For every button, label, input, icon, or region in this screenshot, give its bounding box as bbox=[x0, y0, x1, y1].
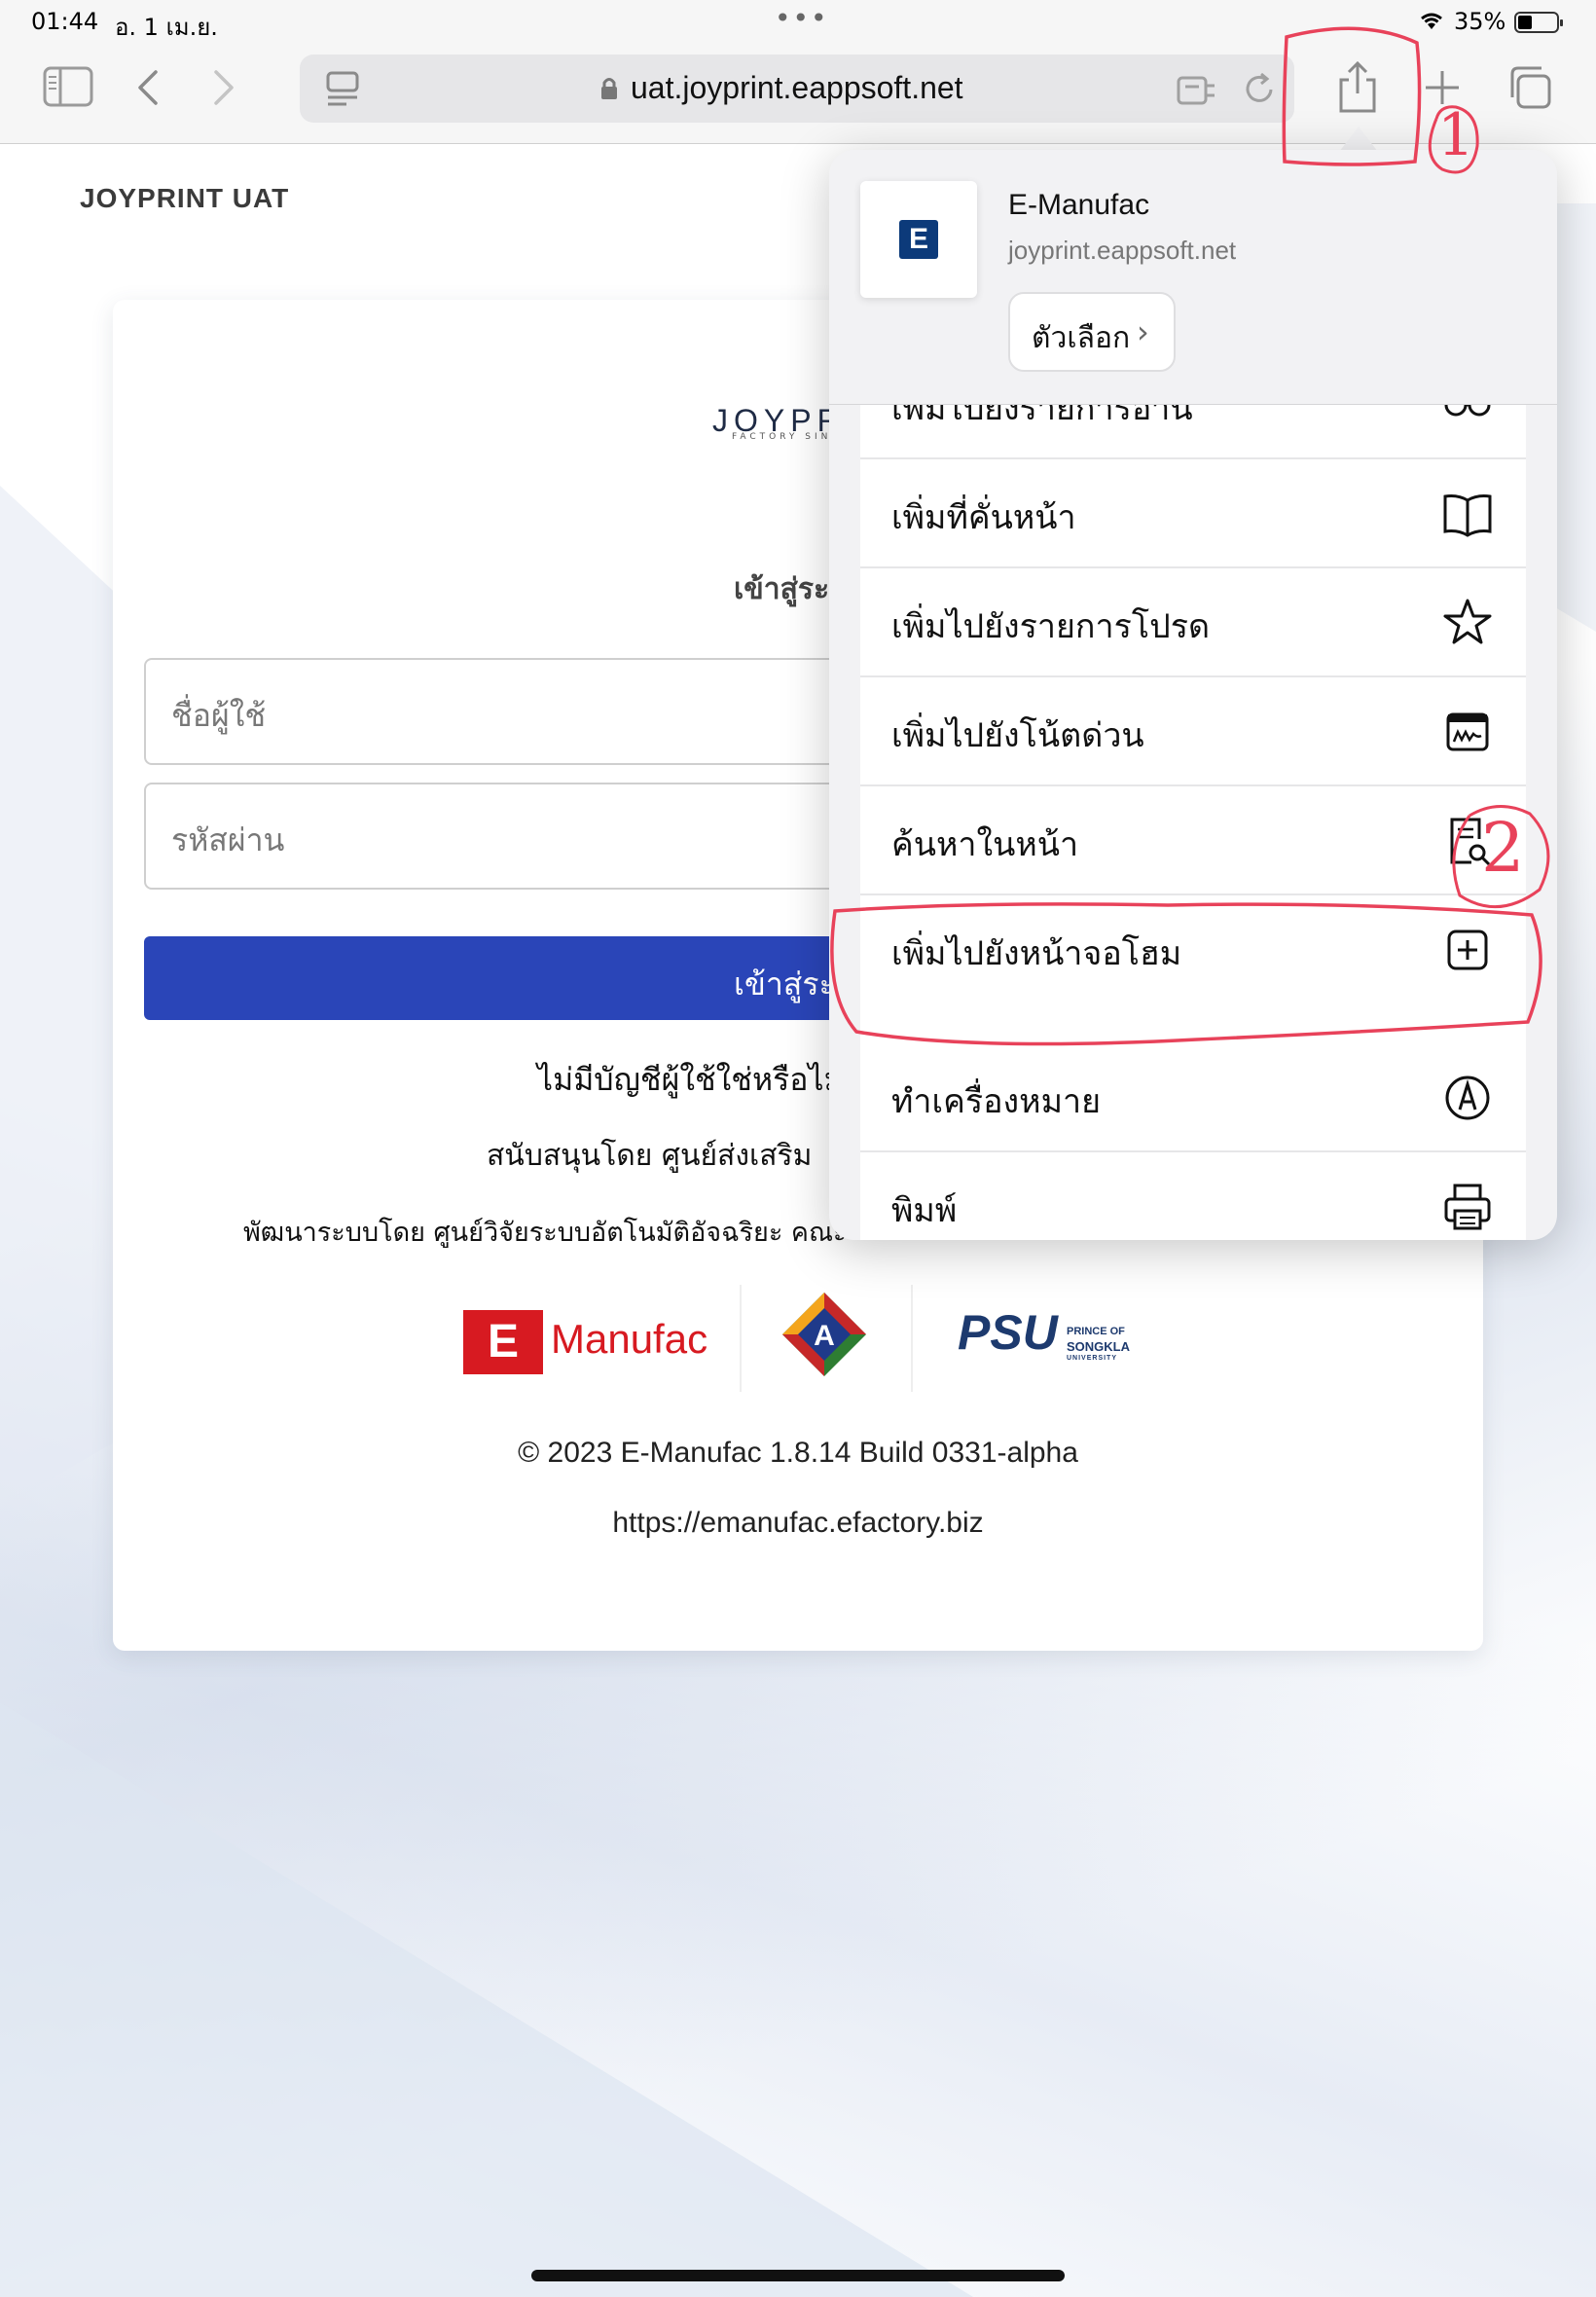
lock-icon bbox=[601, 78, 617, 99]
status-date: อ. 1 เม.ย. bbox=[115, 14, 218, 41]
glasses-icon bbox=[1444, 405, 1491, 417]
multitasking-dots-icon[interactable]: ••• bbox=[775, 2, 829, 34]
menu-item-add-home-screen[interactable]: เพิ่มไปยังหน้าจอโฮม bbox=[860, 895, 1526, 1004]
site-url-link[interactable]: https://emanufac.efactory.biz bbox=[0, 1507, 1596, 1540]
menu-item-add-favorites[interactable]: เพิ่มไปยังรายการโปรด bbox=[860, 568, 1526, 677]
battery-icon bbox=[1514, 12, 1563, 33]
menu-item-print[interactable]: พิมพ์ bbox=[860, 1152, 1526, 1240]
forward-chevron-icon[interactable] bbox=[212, 68, 236, 107]
status-bar: 01:44 อ. 1 เม.ย. ••• 35% bbox=[0, 0, 1596, 47]
developed-by-text: พัฒนาระบบโดย ศูนย์วิจัยระบบอัตโนมัติอัจฉ… bbox=[243, 1218, 848, 1248]
quick-note-icon bbox=[1446, 712, 1489, 751]
logo-divider bbox=[911, 1285, 913, 1392]
options-label: ตัวเลือก bbox=[1032, 321, 1131, 355]
page-menu-icon[interactable] bbox=[325, 70, 360, 107]
password-placeholder: รหัสผ่าน bbox=[171, 821, 285, 858]
menu-item-find-in-page[interactable]: ค้นหาในหน้า bbox=[860, 786, 1526, 895]
chevron-right-icon: › bbox=[1137, 313, 1149, 350]
share-sheet-header: E E-Manufac joyprint.eappsoft.net ตัวเลื… bbox=[829, 150, 1557, 405]
printer-icon bbox=[1444, 1184, 1491, 1230]
url-text: uat.joyprint.eappsoft.net bbox=[631, 70, 963, 105]
login-button-label: เข้าสู่ระ bbox=[734, 966, 836, 1003]
sidebar-icon[interactable] bbox=[43, 66, 93, 107]
action-group-2: ทำเครื่องหมาย พิมพ์ bbox=[860, 1043, 1526, 1240]
no-account-link[interactable]: ไม่มีบัญชีผู้ใช้ใช่หรือไม่ bbox=[537, 1055, 845, 1105]
site-icon: E bbox=[860, 181, 977, 298]
center-diamond-logo: A bbox=[782, 1293, 866, 1376]
app-title: JOYPRINT UAT bbox=[80, 183, 290, 213]
menu-item-add-quick-note[interactable]: เพิ่มไปยังโน้ตด่วน bbox=[860, 677, 1526, 786]
site-domain: joyprint.eappsoft.net bbox=[1008, 236, 1237, 265]
menu-item-label: ค้นหาในหน้า bbox=[891, 825, 1079, 864]
home-indicator[interactable] bbox=[531, 2270, 1065, 2281]
site-icon-letter: E bbox=[899, 220, 938, 259]
book-icon bbox=[1443, 494, 1492, 537]
options-button[interactable]: ตัวเลือก › bbox=[1008, 292, 1176, 372]
menu-item-label: เพิ่มไปยังโน้ตด่วน bbox=[891, 716, 1144, 755]
reload-icon[interactable] bbox=[1242, 70, 1277, 107]
extension-icon[interactable] bbox=[1176, 72, 1216, 107]
psu-logo-sub-3: UNIVERSITY bbox=[1067, 1355, 1118, 1362]
svg-text:A: A bbox=[814, 1320, 835, 1352]
menu-item-label: ทำเครื่องหมาย bbox=[891, 1082, 1101, 1121]
share-sheet: E E-Manufac joyprint.eappsoft.net ตัวเลื… bbox=[829, 150, 1557, 1240]
psu-logo: PSU PRINCE OF SONGKLA UNIVERSITY bbox=[958, 1304, 1152, 1372]
site-name: E-Manufac bbox=[1008, 189, 1150, 221]
tabs-overview-icon[interactable] bbox=[1506, 64, 1553, 111]
logo-divider bbox=[740, 1285, 742, 1392]
star-icon bbox=[1443, 599, 1492, 644]
menu-item-label: พิมพ์ bbox=[891, 1191, 958, 1230]
psu-logo-sub-1: PRINCE OF bbox=[1067, 1326, 1125, 1337]
popover-arrow bbox=[1339, 127, 1378, 152]
emanufac-logo-text: Manufac bbox=[551, 1316, 708, 1362]
emanufac-logo-box: E bbox=[463, 1310, 543, 1374]
menu-item-add-reading-list[interactable]: เพิ่มไปยังรายการอ่าน bbox=[860, 405, 1526, 459]
battery-percent: 35% bbox=[1454, 8, 1506, 35]
annotation-label-1: 1 bbox=[1437, 101, 1475, 169]
menu-item-label: เพิ่มไปยังรายการอ่าน bbox=[891, 405, 1193, 428]
username-placeholder: ชื่อผู้ใช้ bbox=[171, 697, 267, 734]
copyright-text: © 2023 E-Manufac 1.8.14 Build 0331-alpha bbox=[518, 1437, 1078, 1469]
share-icon[interactable] bbox=[1335, 60, 1380, 115]
address-bar[interactable]: uat.joyprint.eappsoft.net bbox=[300, 55, 1294, 123]
psu-logo-text: PSU bbox=[958, 1305, 1058, 1360]
menu-item-label: เพิ่มไปยังรายการโปรด bbox=[891, 607, 1211, 646]
markup-icon bbox=[1445, 1076, 1490, 1120]
menu-item-markup[interactable]: ทำเครื่องหมาย bbox=[860, 1043, 1526, 1152]
psu-logo-sub-2: SONGKLA bbox=[1067, 1339, 1130, 1354]
menu-item-add-bookmark[interactable]: เพิ่มที่คั่นหน้า bbox=[860, 459, 1526, 568]
status-time: 01:44 bbox=[31, 8, 99, 35]
add-square-icon bbox=[1447, 930, 1488, 970]
supported-by-text: สนับสนุนโดย ศูนย์ส่งเสริม bbox=[487, 1139, 813, 1173]
wifi-icon bbox=[1421, 13, 1442, 29]
annotation-label-2: 2 bbox=[1481, 808, 1525, 888]
back-chevron-icon[interactable] bbox=[136, 68, 160, 107]
menu-item-label: เพิ่มที่คั่นหน้า bbox=[891, 498, 1076, 537]
menu-item-label: เพิ่มไปยังหน้าจอโฮม bbox=[891, 934, 1182, 973]
